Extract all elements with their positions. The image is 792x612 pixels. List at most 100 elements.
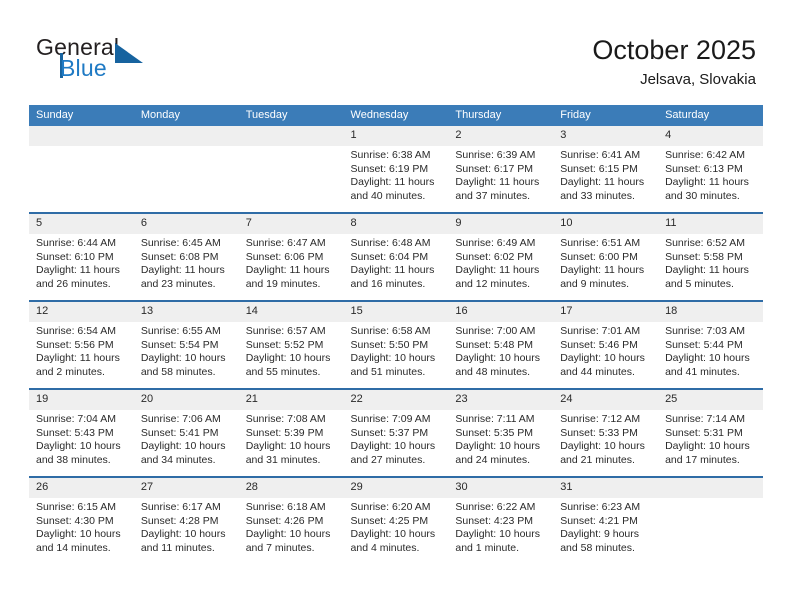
calendar-cell-day[interactable]: 29 Sunrise: 6:20 AM Sunset: 4:25 PM Dayligh… (343, 476, 449, 564)
calendar-cell-day[interactable]: 30 Sunrise: 6:22 AM Sunset: 4:23 PM Dayligh… (448, 476, 554, 564)
weekday-header-saturday: Saturday (658, 105, 763, 126)
calendar-cell-day[interactable]: 13 Sunrise: 6:55 AM Sunset: 5:54 PM Dayligh… (133, 300, 239, 389)
calendar-cell-day[interactable]: 21 Sunrise: 7:08 AM Sunset: 5:39 PM Dayligh… (238, 388, 344, 477)
calendar-week-row: 1 Sunrise: 6:38 AM Sunset: 6:19 PM Daylight… (29, 126, 763, 213)
daylight-text-line2: and 33 minutes. (560, 189, 635, 202)
daylight-text-line2: and 58 minutes. (560, 541, 635, 554)
calendar-cell-day[interactable]: 27 Sunrise: 6:17 AM Sunset: 4:28 PM Dayligh… (133, 476, 239, 564)
calendar-cell-day[interactable]: 22 Sunrise: 7:09 AM Sunset: 5:37 PM Dayligh… (343, 388, 449, 477)
calendar-cell-day[interactable]: 16 Sunrise: 7:00 AM Sunset: 5:48 PM Dayligh… (448, 300, 554, 389)
calendar-cell-day[interactable]: 4 Sunrise: 6:42 AM Sunset: 6:13 PM Daylight… (658, 126, 763, 213)
title-block: October 2025 Jelsava, Slovakia (592, 34, 756, 90)
sunset-text: Sunset: 5:39 PM (245, 426, 324, 439)
sunset-text: Sunset: 6:10 PM (36, 250, 114, 263)
calendar-cell-day[interactable]: 23 Sunrise: 7:11 AM Sunset: 5:35 PM Dayligh… (448, 388, 554, 477)
sunrise-text: Sunrise: 7:08 AM (245, 413, 326, 425)
calendar-cell-day[interactable]: 26 Sunrise: 6:15 AM Sunset: 4:30 PM Dayligh… (29, 476, 134, 564)
sunrise-text: Sunrise: 7:03 AM (665, 325, 746, 337)
calendar-cell-day[interactable]: 31 Sunrise: 6:23 AM Sunset: 4:21 PM Dayligh… (553, 476, 659, 564)
daylight-text-line2: and 31 minutes. (245, 453, 321, 466)
day-details: Sunrise: 6:23 AM Sunset: 4:21 PM Daylight:… (553, 498, 658, 555)
calendar-cell-day[interactable]: 8 Sunrise: 6:48 AM Sunset: 6:04 PM Daylight… (343, 212, 449, 301)
daylight-text-line1: Daylight: 11 hours (350, 264, 435, 277)
day-number: 8 (343, 214, 449, 234)
daylight-text-line1: Daylight: 11 hours (350, 176, 435, 189)
daylight-text-line1: Daylight: 10 hours (245, 352, 331, 365)
sunset-text: Sunset: 6:02 PM (455, 250, 534, 263)
calendar-cell-day[interactable]: 6 Sunrise: 6:45 AM Sunset: 6:08 PM Daylight… (133, 212, 239, 301)
calendar-cell-day[interactable]: 11 Sunrise: 6:52 AM Sunset: 5:58 PM Dayligh… (658, 212, 763, 301)
sunrise-text: Sunrise: 7:04 AM (36, 413, 116, 425)
day-details: Sunrise: 6:52 AM Sunset: 5:58 PM Daylight:… (658, 234, 763, 291)
sunset-text: Sunset: 4:21 PM (560, 514, 638, 527)
calendar-cell-day[interactable]: 10 Sunrise: 6:51 AM Sunset: 6:00 PM Dayligh… (553, 212, 659, 301)
day-details: Sunrise: 6:20 AM Sunset: 4:25 PM Daylight:… (344, 498, 449, 555)
calendar-cell-empty (658, 476, 763, 564)
day-number: 26 (29, 478, 134, 498)
sunrise-text: Sunrise: 6:55 AM (140, 325, 221, 337)
day-details: Sunrise: 7:04 AM Sunset: 5:43 PM Daylight:… (29, 410, 134, 467)
daylight-text-line2: and 2 minutes. (36, 365, 105, 378)
calendar-cell-day[interactable]: 12 Sunrise: 6:54 AM Sunset: 5:56 PM Dayligh… (29, 300, 134, 389)
daylight-text-line2: and 44 minutes. (560, 365, 635, 378)
calendar-cell-day[interactable]: 18 Sunrise: 7:03 AM Sunset: 5:44 PM Dayligh… (658, 300, 763, 389)
day-number (133, 126, 239, 146)
calendar-cell-empty (29, 126, 134, 213)
day-number: 11 (658, 214, 763, 234)
sunset-text: Sunset: 6:00 PM (560, 250, 638, 263)
sunset-text: Sunset: 5:48 PM (455, 338, 534, 351)
daylight-text-line2: and 21 minutes. (560, 453, 635, 466)
sunset-text: Sunset: 5:41 PM (140, 426, 219, 439)
sunset-text: Sunset: 5:33 PM (560, 426, 638, 439)
day-details: Sunrise: 6:18 AM Sunset: 4:26 PM Daylight:… (239, 498, 344, 555)
daylight-text-line1: Daylight: 11 hours (455, 176, 540, 189)
sunrise-text: Sunrise: 6:51 AM (560, 237, 641, 249)
calendar-cell-day[interactable]: 25 Sunrise: 7:14 AM Sunset: 5:31 PM Dayligh… (658, 388, 763, 477)
calendar-cell-day[interactable]: 9 Sunrise: 6:49 AM Sunset: 6:02 PM Daylight… (448, 212, 554, 301)
calendar-cell-day[interactable]: 15 Sunrise: 6:58 AM Sunset: 5:50 PM Dayligh… (343, 300, 449, 389)
brand-logo: General Blue (36, 34, 236, 90)
day-details: Sunrise: 7:11 AM Sunset: 5:35 PM Daylight:… (448, 410, 553, 467)
day-details: Sunrise: 6:15 AM Sunset: 4:30 PM Daylight:… (29, 498, 134, 555)
calendar-cell-day[interactable]: 2 Sunrise: 6:39 AM Sunset: 6:17 PM Daylight… (448, 126, 554, 213)
calendar-cell-day[interactable]: 14 Sunrise: 6:57 AM Sunset: 5:52 PM Dayligh… (238, 300, 344, 389)
day-details: Sunrise: 6:47 AM Sunset: 6:06 PM Daylight:… (239, 234, 344, 291)
sunset-text: Sunset: 4:25 PM (350, 514, 429, 527)
day-number: 5 (29, 214, 134, 234)
daylight-text-line1: Daylight: 10 hours (245, 440, 331, 453)
calendar-cell-day[interactable]: 20 Sunrise: 7:06 AM Sunset: 5:41 PM Dayligh… (133, 388, 239, 477)
calendar-cell-day[interactable]: 19 Sunrise: 7:04 AM Sunset: 5:43 PM Dayligh… (29, 388, 134, 477)
daylight-text-line1: Daylight: 10 hours (350, 528, 436, 541)
daylight-text-line1: Daylight: 10 hours (665, 352, 750, 365)
day-number: 17 (553, 302, 659, 322)
calendar-body: 1 Sunrise: 6:38 AM Sunset: 6:19 PM Daylight… (29, 126, 763, 564)
calendar-cell-day[interactable]: 3 Sunrise: 6:41 AM Sunset: 6:15 PM Daylight… (553, 126, 659, 213)
calendar-cell-day[interactable]: 1 Sunrise: 6:38 AM Sunset: 6:19 PM Daylight… (343, 126, 449, 213)
calendar-cell-day[interactable]: 5 Sunrise: 6:44 AM Sunset: 6:10 PM Daylight… (29, 212, 134, 301)
daylight-text-line1: Daylight: 11 hours (245, 264, 330, 277)
calendar-cell-day[interactable]: 28 Sunrise: 6:18 AM Sunset: 4:26 PM Dayligh… (238, 476, 344, 564)
day-number: 23 (448, 390, 554, 410)
weekday-header-thursday: Thursday (448, 105, 554, 126)
calendar-cell-day[interactable]: 24 Sunrise: 7:12 AM Sunset: 5:33 PM Dayligh… (553, 388, 659, 477)
triangle-flag-icon (115, 43, 143, 63)
weekday-header-tuesday: Tuesday (238, 105, 344, 126)
day-number: 3 (553, 126, 659, 146)
sunrise-text: Sunrise: 6:23 AM (560, 501, 641, 513)
calendar-cell-day[interactable]: 17 Sunrise: 7:01 AM Sunset: 5:46 PM Dayligh… (553, 300, 659, 389)
daylight-text-line1: Daylight: 10 hours (560, 352, 645, 365)
day-number: 9 (448, 214, 554, 234)
sunset-text: Sunset: 5:43 PM (36, 426, 114, 439)
weekday-header-monday: Monday (133, 105, 239, 126)
sunrise-text: Sunrise: 6:45 AM (140, 237, 221, 249)
daylight-text-line1: Daylight: 10 hours (245, 528, 331, 541)
daylight-text-line2: and 27 minutes. (350, 453, 426, 466)
sunset-text: Sunset: 4:28 PM (140, 514, 219, 527)
sunset-text: Sunset: 6:08 PM (140, 250, 219, 263)
sunset-text: Sunset: 5:31 PM (665, 426, 743, 439)
sunrise-text: Sunrise: 6:38 AM (350, 149, 431, 161)
sunrise-text: Sunrise: 6:17 AM (140, 501, 221, 513)
sunrise-text: Sunrise: 7:12 AM (560, 413, 641, 425)
calendar-cell-day[interactable]: 7 Sunrise: 6:47 AM Sunset: 6:06 PM Daylight… (238, 212, 344, 301)
sunrise-text: Sunrise: 6:58 AM (350, 325, 431, 337)
